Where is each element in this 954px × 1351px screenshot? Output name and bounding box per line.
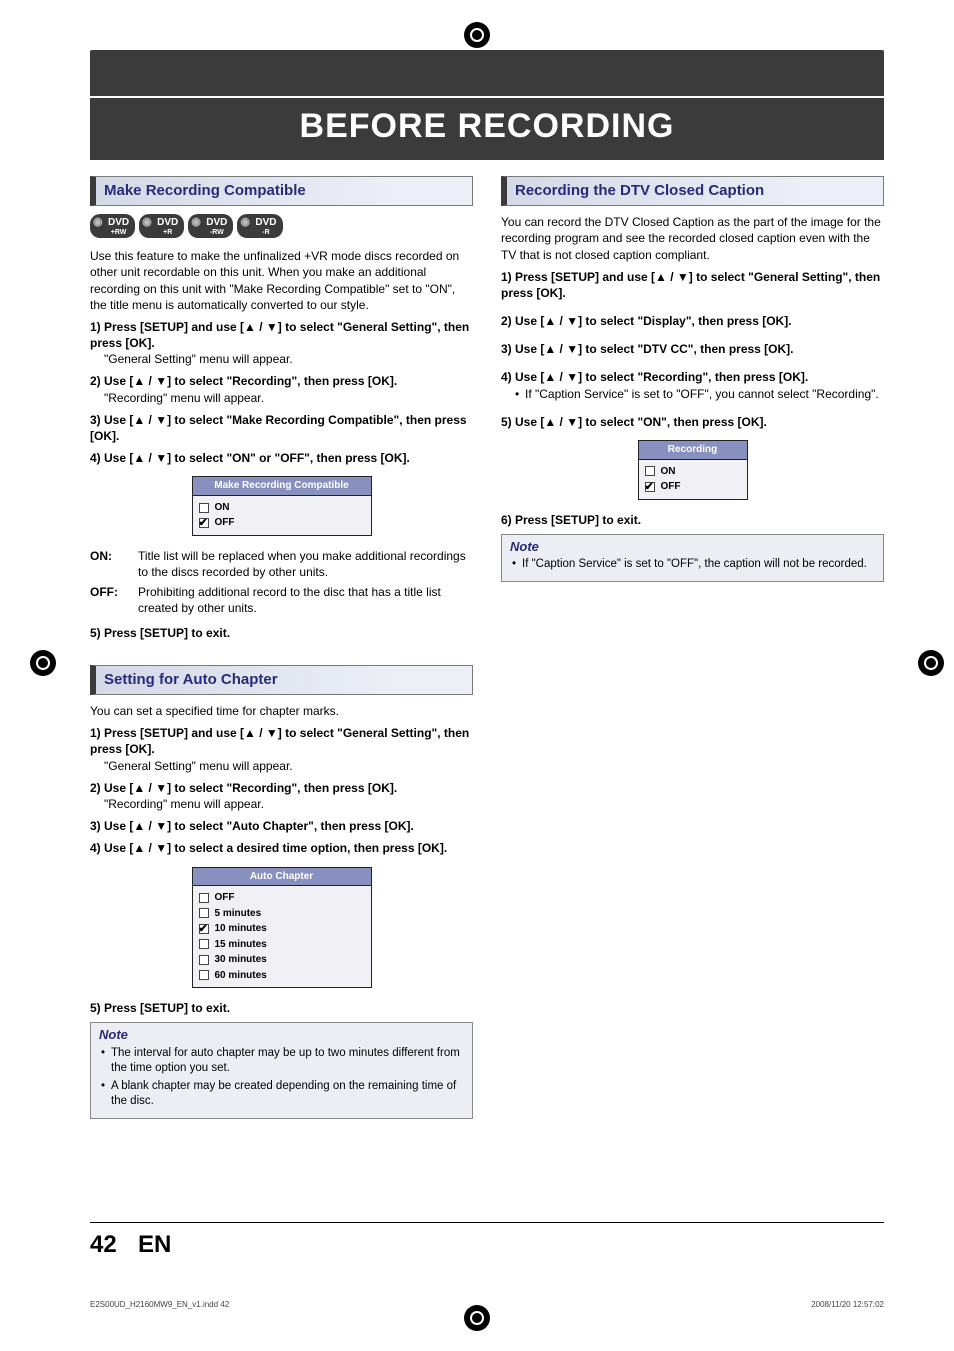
ui-option: 15 minutes — [199, 937, 365, 953]
step-4: 4) Use [▲ / ▼] to select "Recording", th… — [501, 369, 884, 385]
step-1: 1) Press [SETUP] and use [▲ / ▼] to sele… — [90, 319, 473, 351]
ui-option: OFF — [645, 479, 741, 495]
note-item: A blank chapter may be created depending… — [101, 1079, 462, 1110]
checkbox-icon — [199, 503, 209, 513]
step-5: 5) Use [▲ / ▼] to select "ON", then pres… — [501, 414, 884, 430]
note-title: Note — [502, 535, 883, 556]
note-item: The interval for auto chapter may be up … — [101, 1046, 462, 1077]
ui-option: ON — [645, 464, 741, 480]
print-left: E2S00UD_H2160MW9_EN_v1.indd 42 — [90, 1300, 229, 1311]
section-heading-auto-chapter: Setting for Auto Chapter — [90, 665, 473, 695]
note-item: If "Caption Service" is set to "OFF", th… — [512, 557, 873, 573]
crop-mark-icon — [464, 22, 490, 48]
crop-mark-icon — [918, 650, 944, 676]
print-right: 2008/11/20 12:57:02 — [811, 1300, 884, 1311]
checkbox-icon — [645, 466, 655, 476]
ui-option-label: 10 minutes — [215, 922, 267, 936]
ui-option-label: ON — [215, 501, 230, 515]
step-4: 4) Use [▲ / ▼] to select "ON" or "OFF", … — [90, 450, 473, 466]
step-6: 6) Press [SETUP] to exit. — [501, 512, 884, 528]
checkbox-icon — [199, 939, 209, 949]
def-desc-off: Prohibiting additional record to the dis… — [138, 584, 473, 616]
step-5: 5) Press [SETUP] to exit. — [90, 625, 473, 641]
note-title: Note — [91, 1023, 472, 1044]
note-box: Note If "Caption Service" is set to "OFF… — [501, 534, 884, 582]
disc-badge-row: DVD+RW DVD+R DVD-RW DVD-R — [90, 214, 473, 238]
step-2-sub: "Recording" menu will appear. — [104, 390, 473, 406]
ui-option-label: 30 minutes — [215, 953, 267, 967]
step-4: 4) Use [▲ / ▼] to select a desired time … — [90, 840, 473, 856]
checkbox-icon — [199, 955, 209, 965]
intro-text: Use this feature to make the unfinalized… — [90, 248, 473, 313]
intro-text: You can record the DTV Closed Caption as… — [501, 214, 884, 263]
header-bar — [90, 50, 884, 96]
section-heading-make-compatible: Make Recording Compatible — [90, 176, 473, 206]
ui-option: OFF — [199, 890, 365, 906]
step-1: 1) Press [SETUP] and use [▲ / ▼] to sele… — [501, 269, 884, 301]
ui-box-make-compatible: Make Recording Compatible ON OFF — [192, 476, 372, 536]
ui-option-label: 15 minutes — [215, 938, 267, 952]
step-1-sub: "General Setting" menu will appear. — [104, 351, 473, 367]
ui-option: 10 minutes — [199, 921, 365, 937]
ui-box-title: Recording — [639, 441, 747, 460]
page-number: 42 — [90, 1231, 117, 1258]
crop-mark-icon — [30, 650, 56, 676]
def-desc-on: Title list will be replaced when you mak… — [138, 548, 473, 580]
step-3: 3) Use [▲ / ▼] to select "Auto Chapter",… — [90, 818, 473, 834]
note-box: Note The interval for auto chapter may b… — [90, 1022, 473, 1119]
ui-option-label: 5 minutes — [215, 907, 262, 921]
checkbox-icon — [199, 908, 209, 918]
def-term-off: OFF: — [90, 584, 128, 616]
ui-box-auto-chapter: Auto Chapter OFF 5 minutes 10 minutes 15… — [192, 867, 372, 989]
step-4-sub: If "Caption Service" is set to "OFF", yo… — [525, 387, 879, 401]
step-1-sub: "General Setting" menu will appear. — [104, 758, 473, 774]
print-info: E2S00UD_H2160MW9_EN_v1.indd 42 2008/11/2… — [90, 1300, 884, 1311]
checkbox-icon — [199, 970, 209, 980]
step-3: 3) Use [▲ / ▼] to select "DTV CC", then … — [501, 341, 884, 357]
disc-badge: DVD-R — [237, 214, 282, 238]
ui-option-label: OFF — [661, 480, 681, 494]
checkbox-icon — [199, 893, 209, 903]
ui-option-label: ON — [661, 465, 676, 479]
step-2-sub: "Recording" menu will appear. — [104, 796, 473, 812]
ui-option: ON — [199, 500, 365, 516]
ui-option: 5 minutes — [199, 906, 365, 922]
def-term-on: ON: — [90, 548, 128, 580]
ui-box-title: Make Recording Compatible — [193, 477, 371, 496]
ui-option-label: OFF — [215, 516, 235, 530]
section-heading-dtv-cc: Recording the DTV Closed Caption — [501, 176, 884, 206]
ui-option: 30 minutes — [199, 952, 365, 968]
ui-option-label: OFF — [215, 891, 235, 905]
ui-option-label: 60 minutes — [215, 969, 267, 983]
page-title: BEFORE RECORDING — [90, 96, 884, 160]
step-2: 2) Use [▲ / ▼] to select "Recording", th… — [90, 780, 473, 796]
disc-badge: DVD-RW — [188, 214, 233, 238]
disc-badge: DVD+RW — [90, 214, 135, 238]
page-footer: 42 EN — [90, 1222, 884, 1261]
disc-badge: DVD+R — [139, 214, 184, 238]
ui-box-title: Auto Chapter — [193, 868, 371, 887]
checkbox-checked-icon — [645, 482, 655, 492]
step-3: 3) Use [▲ / ▼] to select "Make Recording… — [90, 412, 473, 444]
step-1: 1) Press [SETUP] and use [▲ / ▼] to sele… — [90, 725, 473, 757]
ui-option: 60 minutes — [199, 968, 365, 984]
intro-text: You can set a specified time for chapter… — [90, 703, 473, 719]
step-2: 2) Use [▲ / ▼] to select "Display", then… — [501, 313, 884, 329]
ui-box-recording: Recording ON OFF — [638, 440, 748, 500]
ui-option: OFF — [199, 515, 365, 531]
page-lang: EN — [138, 1231, 171, 1258]
checkbox-checked-icon — [199, 518, 209, 528]
step-5: 5) Press [SETUP] to exit. — [90, 1000, 473, 1016]
step-2: 2) Use [▲ / ▼] to select "Recording", th… — [90, 373, 473, 389]
checkbox-checked-icon — [199, 924, 209, 934]
